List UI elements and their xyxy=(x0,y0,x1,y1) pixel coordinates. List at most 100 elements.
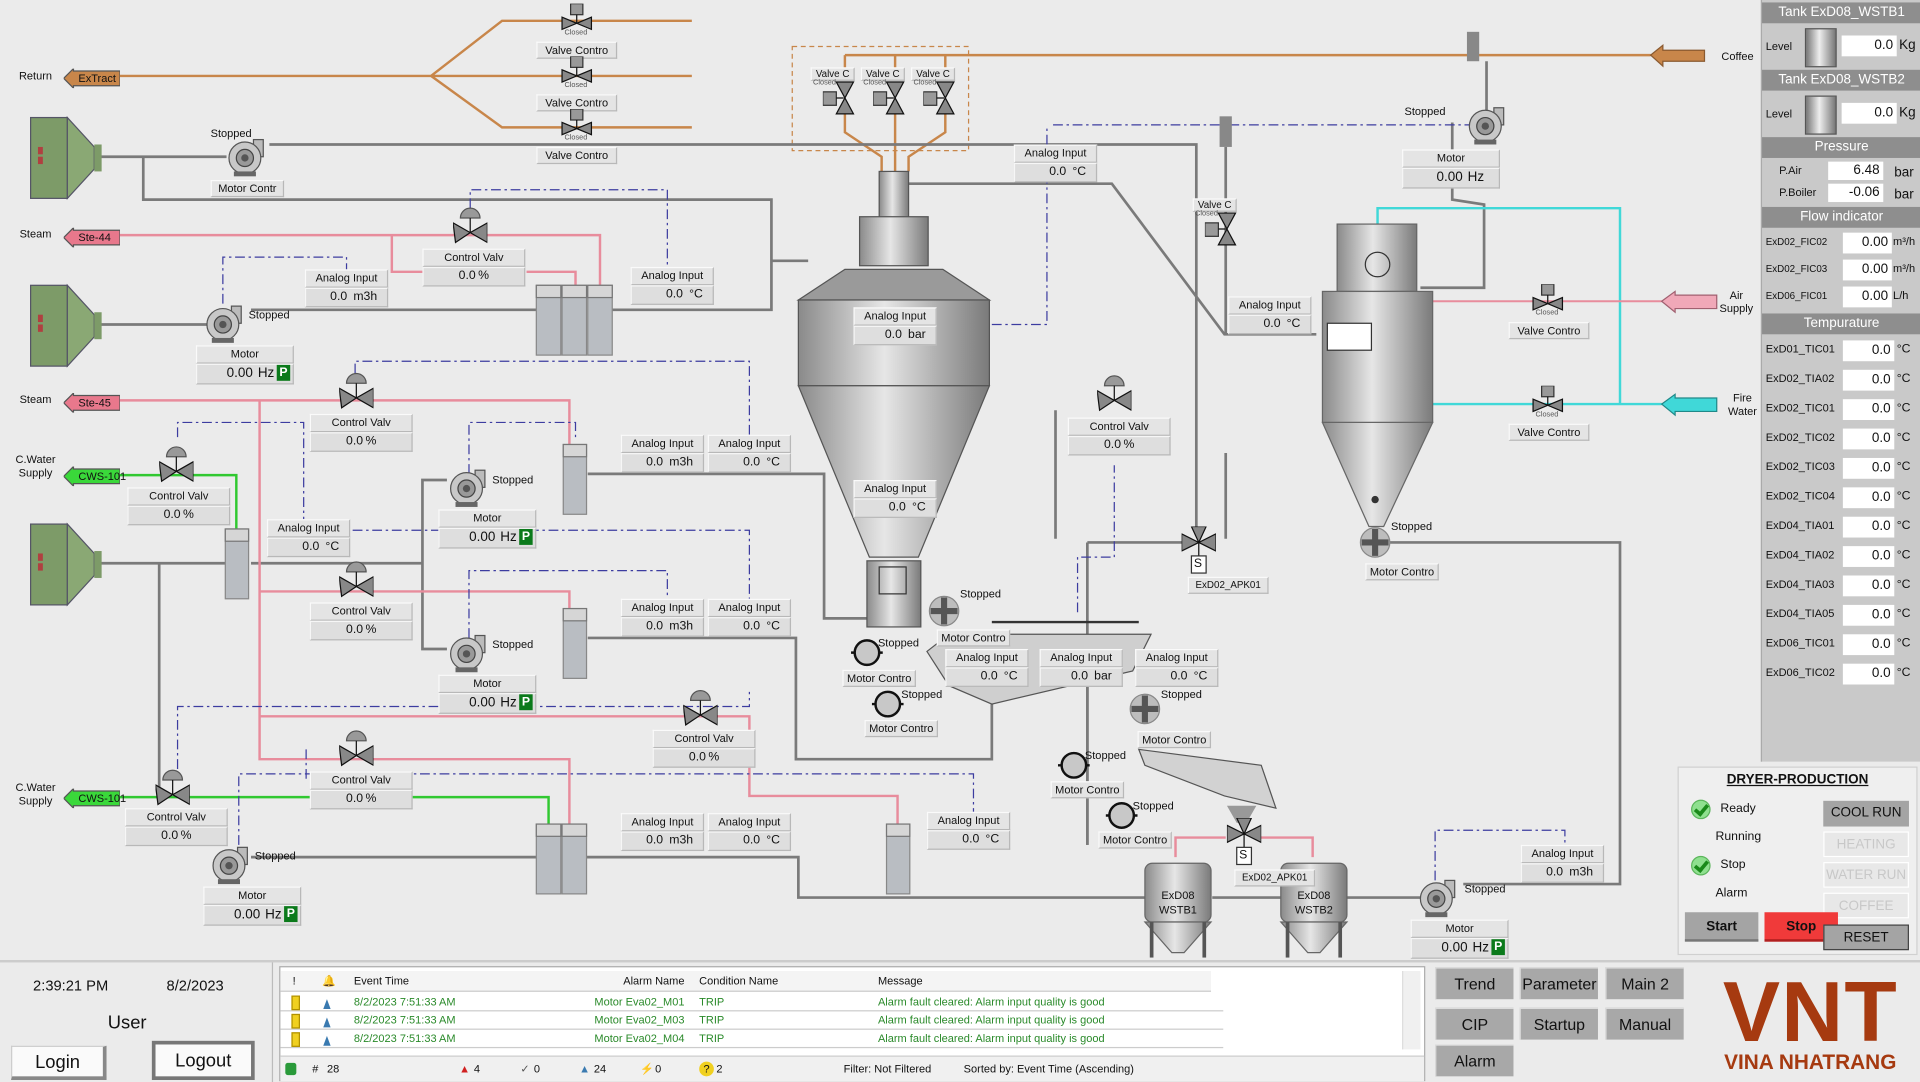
motor-faceplate[interactable]: Motor 0.00 Hz P xyxy=(438,674,537,714)
value: 0.0 xyxy=(346,623,364,637)
value: 0.0 xyxy=(688,750,706,765)
alarm-event-time: 8/2/2023 7:51:33 AM xyxy=(353,1013,456,1027)
motor-control-button[interactable]: Motor Contro xyxy=(1137,731,1212,749)
analog-input-display: Analog Input 0.0 °C xyxy=(630,266,714,305)
unit: % xyxy=(478,269,490,283)
logout-button[interactable]: Logout xyxy=(151,1040,255,1081)
motor-control-button[interactable]: Motor Contro xyxy=(1098,831,1172,849)
control-valve-faceplate[interactable]: Control Valv 0.0% xyxy=(124,808,228,847)
alarm-column-header[interactable]: Alarm Name xyxy=(513,971,684,991)
nav-button-manual[interactable]: Manual xyxy=(1605,1007,1684,1040)
alarm-row[interactable]: 8/2/2023 7:51:33 AM Motor Eva02_M01 TRIP Al… xyxy=(280,993,1224,1012)
motor-control-button[interactable]: Motor Contro xyxy=(936,629,1011,647)
value: 0.0 xyxy=(665,287,683,302)
value: 0.0 xyxy=(163,508,181,522)
alarm-column-header[interactable]: Event Time xyxy=(354,971,409,991)
motor-control-button[interactable]: Motor Contro xyxy=(1050,781,1125,799)
tank-level-value: 0.0 xyxy=(1841,35,1897,57)
control-valve-faceplate[interactable]: Control Valv 0.0% xyxy=(1067,417,1171,456)
p-mode-badge: P xyxy=(1491,939,1505,956)
alarm-column-header[interactable]: ! xyxy=(293,971,296,991)
section-header: Pressure xyxy=(1762,137,1920,158)
unit: °C xyxy=(766,833,781,848)
value: 0.0 xyxy=(1103,438,1122,452)
valve-control-button[interactable]: Valve Contro xyxy=(1508,423,1590,441)
motor-faceplate[interactable]: Motor 0.00 Hz P xyxy=(438,509,537,549)
flow-value: 0.00 xyxy=(1842,286,1892,308)
alarm-row[interactable]: 8/2/2023 7:51:33 AM Motor Eva02_M04 TRIP Al… xyxy=(280,1030,1224,1049)
alarm-grid: ! Event Time Alarm Name Condition Name Messa… xyxy=(279,966,1426,1082)
temperature-row: ExD04_TIA01 0.0 °C xyxy=(1762,513,1920,542)
motor-control-button[interactable]: Motor Contro xyxy=(842,669,916,687)
flow-name: ExD02_FIC02 xyxy=(1765,236,1828,248)
diverter-label[interactable]: ExD02_APK01 xyxy=(1187,576,1269,594)
analog-input-label: Analog Input xyxy=(620,434,705,454)
alarm-unacked-icon xyxy=(323,999,331,1009)
sort-status: Sorted by: Event Time (Ascending) xyxy=(963,1062,1134,1076)
nav-button-alarm[interactable]: Alarm xyxy=(1435,1044,1514,1077)
analog-input-display: Analog Input 0.0 m3h xyxy=(304,269,389,308)
motor-control-status: Stopped xyxy=(1084,749,1126,762)
motor-faceplate[interactable]: Motor 0.00 Hz P xyxy=(195,345,294,385)
analog-input-label: Analog Input xyxy=(1228,296,1312,315)
control-valve-faceplate[interactable]: Control Valv 0.0% xyxy=(309,413,413,452)
temperature-name: ExD02_TIA02 xyxy=(1765,372,1835,385)
motor-faceplate[interactable]: Motor 0.00 Hz P xyxy=(203,886,302,926)
motor-faceplate[interactable]: Motor 0.00 Hz xyxy=(1402,149,1501,189)
temperature-value: 0.0 xyxy=(1842,399,1895,421)
solenoid-valve-vertical-icon xyxy=(922,80,955,117)
start-button[interactable]: Start xyxy=(1684,912,1759,942)
nav-button-parameter[interactable]: Parameter xyxy=(1519,967,1598,1000)
flow-value: 0.00 xyxy=(1842,259,1892,281)
analog-input-value: 0.0 bar xyxy=(853,325,937,346)
reset-button[interactable]: RESET xyxy=(1823,924,1909,951)
temperature-row: ExD06_TIC02 0.0 °C xyxy=(1762,660,1920,689)
control-valve-faceplate[interactable]: Control Valv 0.0% xyxy=(422,248,526,287)
centrifugal-fan-icon xyxy=(208,845,250,887)
analog-input-value: 0.0 m3h xyxy=(620,453,705,473)
motor-faceplate[interactable]: Motor 0.00 Hz P xyxy=(1410,919,1509,959)
mode-button-heating[interactable]: HEATING xyxy=(1823,831,1909,858)
motor-control-status: Stopped xyxy=(1391,520,1433,533)
motor-control-button[interactable]: Motor Contro xyxy=(1365,563,1439,581)
source-tag: CWS-101 xyxy=(78,792,127,805)
analog-input-value: 0.0 °C xyxy=(707,831,792,852)
valve-control-button[interactable]: Valve Contro xyxy=(1508,322,1590,340)
valve-control-button[interactable]: Valve Contro xyxy=(536,146,618,165)
unit: °C xyxy=(1072,165,1087,179)
motor-control-button[interactable]: Motor Contro xyxy=(864,720,938,738)
alarm-column-header[interactable]: Message xyxy=(878,971,923,991)
control-valve-faceplate[interactable]: Control Valv 0.0% xyxy=(309,771,413,810)
motor-speed: 0.00 Hz P xyxy=(203,904,302,926)
alarm-unacked-icon xyxy=(323,1035,331,1046)
control-valve-faceplate[interactable]: Control Valv 0.0% xyxy=(127,487,231,526)
login-button[interactable]: Login xyxy=(11,1045,107,1081)
alarm-column-header[interactable]: Condition Name xyxy=(699,971,778,991)
nav-button-startup[interactable]: Startup xyxy=(1519,1007,1598,1040)
temperature-unit: °C xyxy=(1896,342,1911,357)
control-valve-opening: 0.0% xyxy=(127,505,231,526)
solenoid-valve-vertical-icon xyxy=(872,80,905,117)
valve-state: Closed xyxy=(1535,309,1559,318)
nav-button-trend[interactable]: Trend xyxy=(1435,967,1514,1000)
heat-exchanger xyxy=(561,284,588,356)
mode-button-water-run[interactable]: WATER RUN xyxy=(1823,862,1909,888)
unit: bar xyxy=(908,328,926,342)
mode-button-cool-run[interactable]: COOL RUN xyxy=(1823,800,1909,827)
nav-button-cip[interactable]: CIP xyxy=(1435,1007,1514,1040)
dryer-status-label: Stop xyxy=(1720,858,1746,872)
control-valve-faceplate[interactable]: Control Valv 0.0% xyxy=(309,602,413,641)
motor-control-button[interactable]: Motor Contr xyxy=(210,180,285,198)
nav-button-main-2[interactable]: Main 2 xyxy=(1605,967,1684,1000)
alarm-scrollbar[interactable] xyxy=(1402,971,1421,1050)
unit: °C xyxy=(766,619,781,634)
control-valve-opening: 0.0% xyxy=(652,748,756,768)
value: 0.0 xyxy=(346,434,364,449)
diverter-label[interactable]: ExD02_APK01 xyxy=(1234,869,1316,887)
unit: °C xyxy=(1193,669,1208,684)
alarm-row[interactable]: 8/2/2023 7:51:33 AM Motor Eva02_M03 TRIP Al… xyxy=(280,1011,1224,1030)
temperature-unit: °C xyxy=(1896,636,1911,651)
shelved-icon: ⚡ xyxy=(640,1062,655,1076)
control-valve-faceplate[interactable]: Control Valv 0.0% xyxy=(652,729,756,768)
tank-label-line1: ExD08 xyxy=(1297,888,1331,902)
